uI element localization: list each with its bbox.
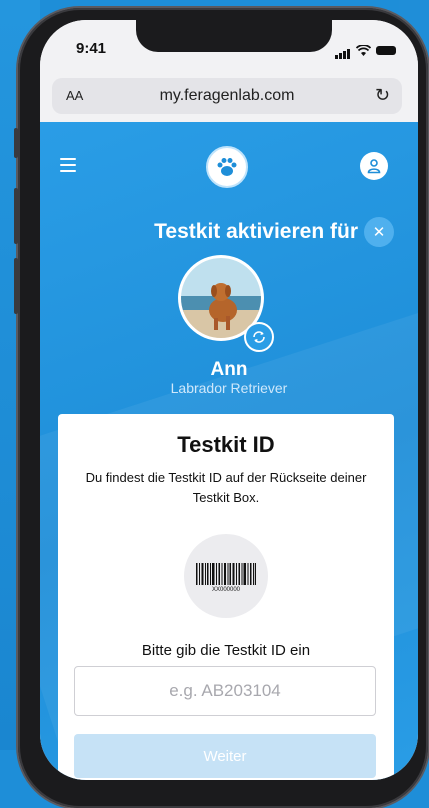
input-label: Bitte gib die Testkit ID ein: [141, 642, 311, 659]
card-title: Testkit ID: [177, 432, 275, 457]
signal-icon: [335, 41, 351, 59]
reload-icon[interactable]: ↻: [375, 85, 390, 106]
wifi-icon: [356, 44, 371, 56]
notch: [136, 20, 332, 52]
status-bar: 9:41: [40, 20, 418, 74]
volume-down-button: [14, 258, 18, 314]
user-icon[interactable]: [360, 152, 388, 180]
testkit-id-input[interactable]: [74, 666, 376, 716]
refresh-icon[interactable]: [244, 322, 274, 352]
status-icons: [335, 41, 396, 59]
barcode-illustration: XX000000: [184, 534, 268, 618]
paw-icon[interactable]: [206, 146, 248, 188]
browser-address-bar[interactable]: AA my.feragenlab.com ↻: [52, 78, 402, 114]
barcode-icon: [196, 563, 256, 585]
testkit-card: Testkit ID Du findest die Testkit ID auf…: [58, 414, 394, 780]
pet-breed: Labrador Retriever: [170, 380, 288, 396]
next-button[interactable]: Weiter: [74, 734, 376, 778]
activation-title: Testkit aktivieren für: [154, 220, 358, 243]
hamburger-icon[interactable]: [60, 158, 76, 176]
pet-name: Ann: [210, 359, 248, 380]
battery-icon: [376, 45, 396, 55]
volume-up-button: [14, 188, 18, 244]
url-text[interactable]: my.feragenlab.com: [52, 87, 402, 105]
phone-screen: 9:41 AA my.feragenlab.com ↻ Testkit akti…: [40, 20, 418, 780]
app-content: Testkit aktivieren für ✕ Ann Labrador Re…: [40, 122, 418, 780]
card-description: Du findest die Testkit ID auf der Rückse…: [85, 470, 367, 505]
mute-switch: [14, 128, 18, 158]
close-icon[interactable]: ✕: [364, 217, 394, 247]
barcode-number: XX000000: [211, 587, 241, 593]
status-time: 9:41: [76, 40, 107, 57]
